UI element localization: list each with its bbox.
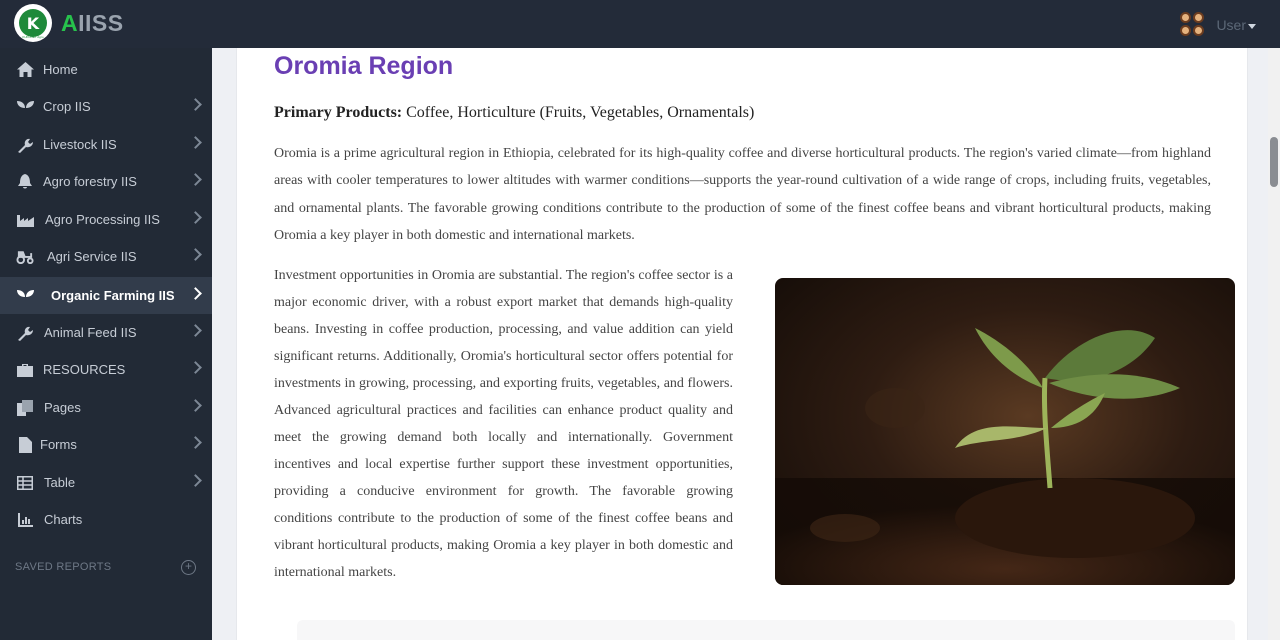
sidebar-item-agri-service-iis[interactable]: Agri Service IIS: [0, 238, 212, 275]
user-menu[interactable]: User: [1180, 12, 1256, 38]
chevron-right-icon: [189, 173, 202, 186]
chevron-right-icon: [189, 436, 202, 449]
home-icon: [16, 61, 34, 79]
sidebar-item-agro-processing-iis[interactable]: Agro Processing IIS: [0, 201, 212, 238]
sidebar-item-agro-forestry-iis[interactable]: Agro forestry IIS: [0, 163, 212, 200]
sidebar-item-label: RESOURCES: [43, 362, 126, 377]
sprout-icon: [16, 98, 34, 116]
sidebar-item-label: Home: [43, 62, 78, 77]
sidebar-item-label: Agro forestry IIS: [43, 174, 137, 189]
file-icon: [16, 436, 34, 454]
sidebar-item-charts[interactable]: Charts: [0, 501, 212, 538]
sidebar-item-label: Charts: [44, 512, 83, 527]
primary-products: Primary Products: Coffee, Horticulture (…: [274, 104, 754, 122]
avatar[interactable]: [1180, 12, 1206, 38]
sidebar-item-label: Animal Feed IIS: [44, 325, 137, 340]
sidebar-item-organic-farming-iis[interactable]: Organic Farming IIS: [0, 277, 212, 314]
industry-icon: [16, 211, 34, 229]
table-icon: [16, 474, 34, 492]
chevron-right-icon: [189, 324, 202, 337]
sidebar-item-crop-iis[interactable]: Crop IIS: [0, 88, 212, 125]
chevron-right-icon: [189, 211, 202, 224]
sidebar-item-label: Table: [44, 475, 76, 490]
sidebar-item-label: Agro Processing IIS: [45, 212, 160, 227]
sidebar: Home Crop IIS Livestock IIS Agro forestr…: [0, 48, 212, 640]
content-card: Oromia Region Primary Products: Coffee, …: [236, 48, 1248, 640]
sidebar-item-resources[interactable]: RESOURCES: [0, 351, 212, 388]
sidebar-item-label: Pages: [44, 400, 81, 415]
logo-letter: K: [19, 9, 47, 37]
sidebar-item-animal-feed-iis[interactable]: Animal Feed IIS: [0, 314, 212, 351]
chevron-right-icon: [189, 98, 202, 111]
primary-products-label: Primary Products:: [274, 104, 403, 121]
main-content: Oromia Region Primary Products: Coffee, …: [212, 48, 1268, 640]
chevron-right-icon: [189, 399, 202, 412]
app-name-first: A: [61, 10, 79, 36]
pages-icon: [16, 399, 34, 417]
sidebar-item-label: Agri Service IIS: [47, 249, 137, 264]
sidebar-item-livestock-iis[interactable]: Livestock IIS: [0, 126, 212, 163]
tractor-icon: [16, 248, 34, 266]
brand-logo[interactable]: K KUKUNET Agro: [14, 4, 52, 42]
sidebar-item-home[interactable]: Home: [0, 51, 212, 88]
app-name-rest: IISS: [78, 10, 124, 36]
app-name[interactable]: AIISS: [61, 10, 124, 37]
primary-products-value: Coffee, Horticulture (Fruits, Vegetables…: [402, 104, 755, 121]
wrench-icon: [16, 324, 34, 342]
sidebar-item-label: Organic Farming IIS: [51, 288, 175, 303]
user-name: User: [1216, 17, 1246, 33]
seedling-photo: [775, 278, 1235, 585]
briefcase-icon: [16, 361, 34, 379]
scrollbar-thumb[interactable]: [1270, 137, 1278, 187]
caret-down-icon: [1248, 23, 1256, 29]
sidebar-item-label: Forms: [40, 437, 77, 452]
bell-icon: [16, 173, 34, 191]
investment-paragraph: Investment opportunities in Oromia are s…: [274, 268, 733, 580]
chevron-right-icon: [189, 361, 202, 374]
chevron-right-icon: [189, 287, 202, 300]
sidebar-item-pages[interactable]: Pages: [0, 389, 212, 426]
sidebar-item-label: Livestock IIS: [43, 137, 117, 152]
wrench-icon: [16, 136, 34, 154]
bottom-panel: [297, 620, 1235, 640]
page-title: Oromia Region: [274, 52, 454, 80]
saved-reports-heading: SAVED REPORTS: [15, 561, 112, 573]
chevron-right-icon: [189, 248, 202, 261]
seedling-icon: [16, 287, 34, 305]
chart-icon: [16, 511, 34, 529]
logo-caption: KUKUNET Agro: [22, 35, 44, 39]
sidebar-item-label: Crop IIS: [43, 99, 91, 114]
top-navbar: K KUKUNET Agro AIISS User: [0, 0, 1280, 48]
sidebar-item-forms[interactable]: Forms: [0, 426, 212, 463]
chevron-right-icon: [189, 136, 202, 149]
sidebar-item-table[interactable]: Table: [0, 464, 212, 501]
add-report-icon[interactable]: +: [181, 560, 196, 575]
chevron-right-icon: [189, 474, 202, 487]
intro-paragraph: Oromia is a prime agricultural region in…: [274, 146, 1211, 243]
user-label[interactable]: User: [1216, 17, 1256, 33]
